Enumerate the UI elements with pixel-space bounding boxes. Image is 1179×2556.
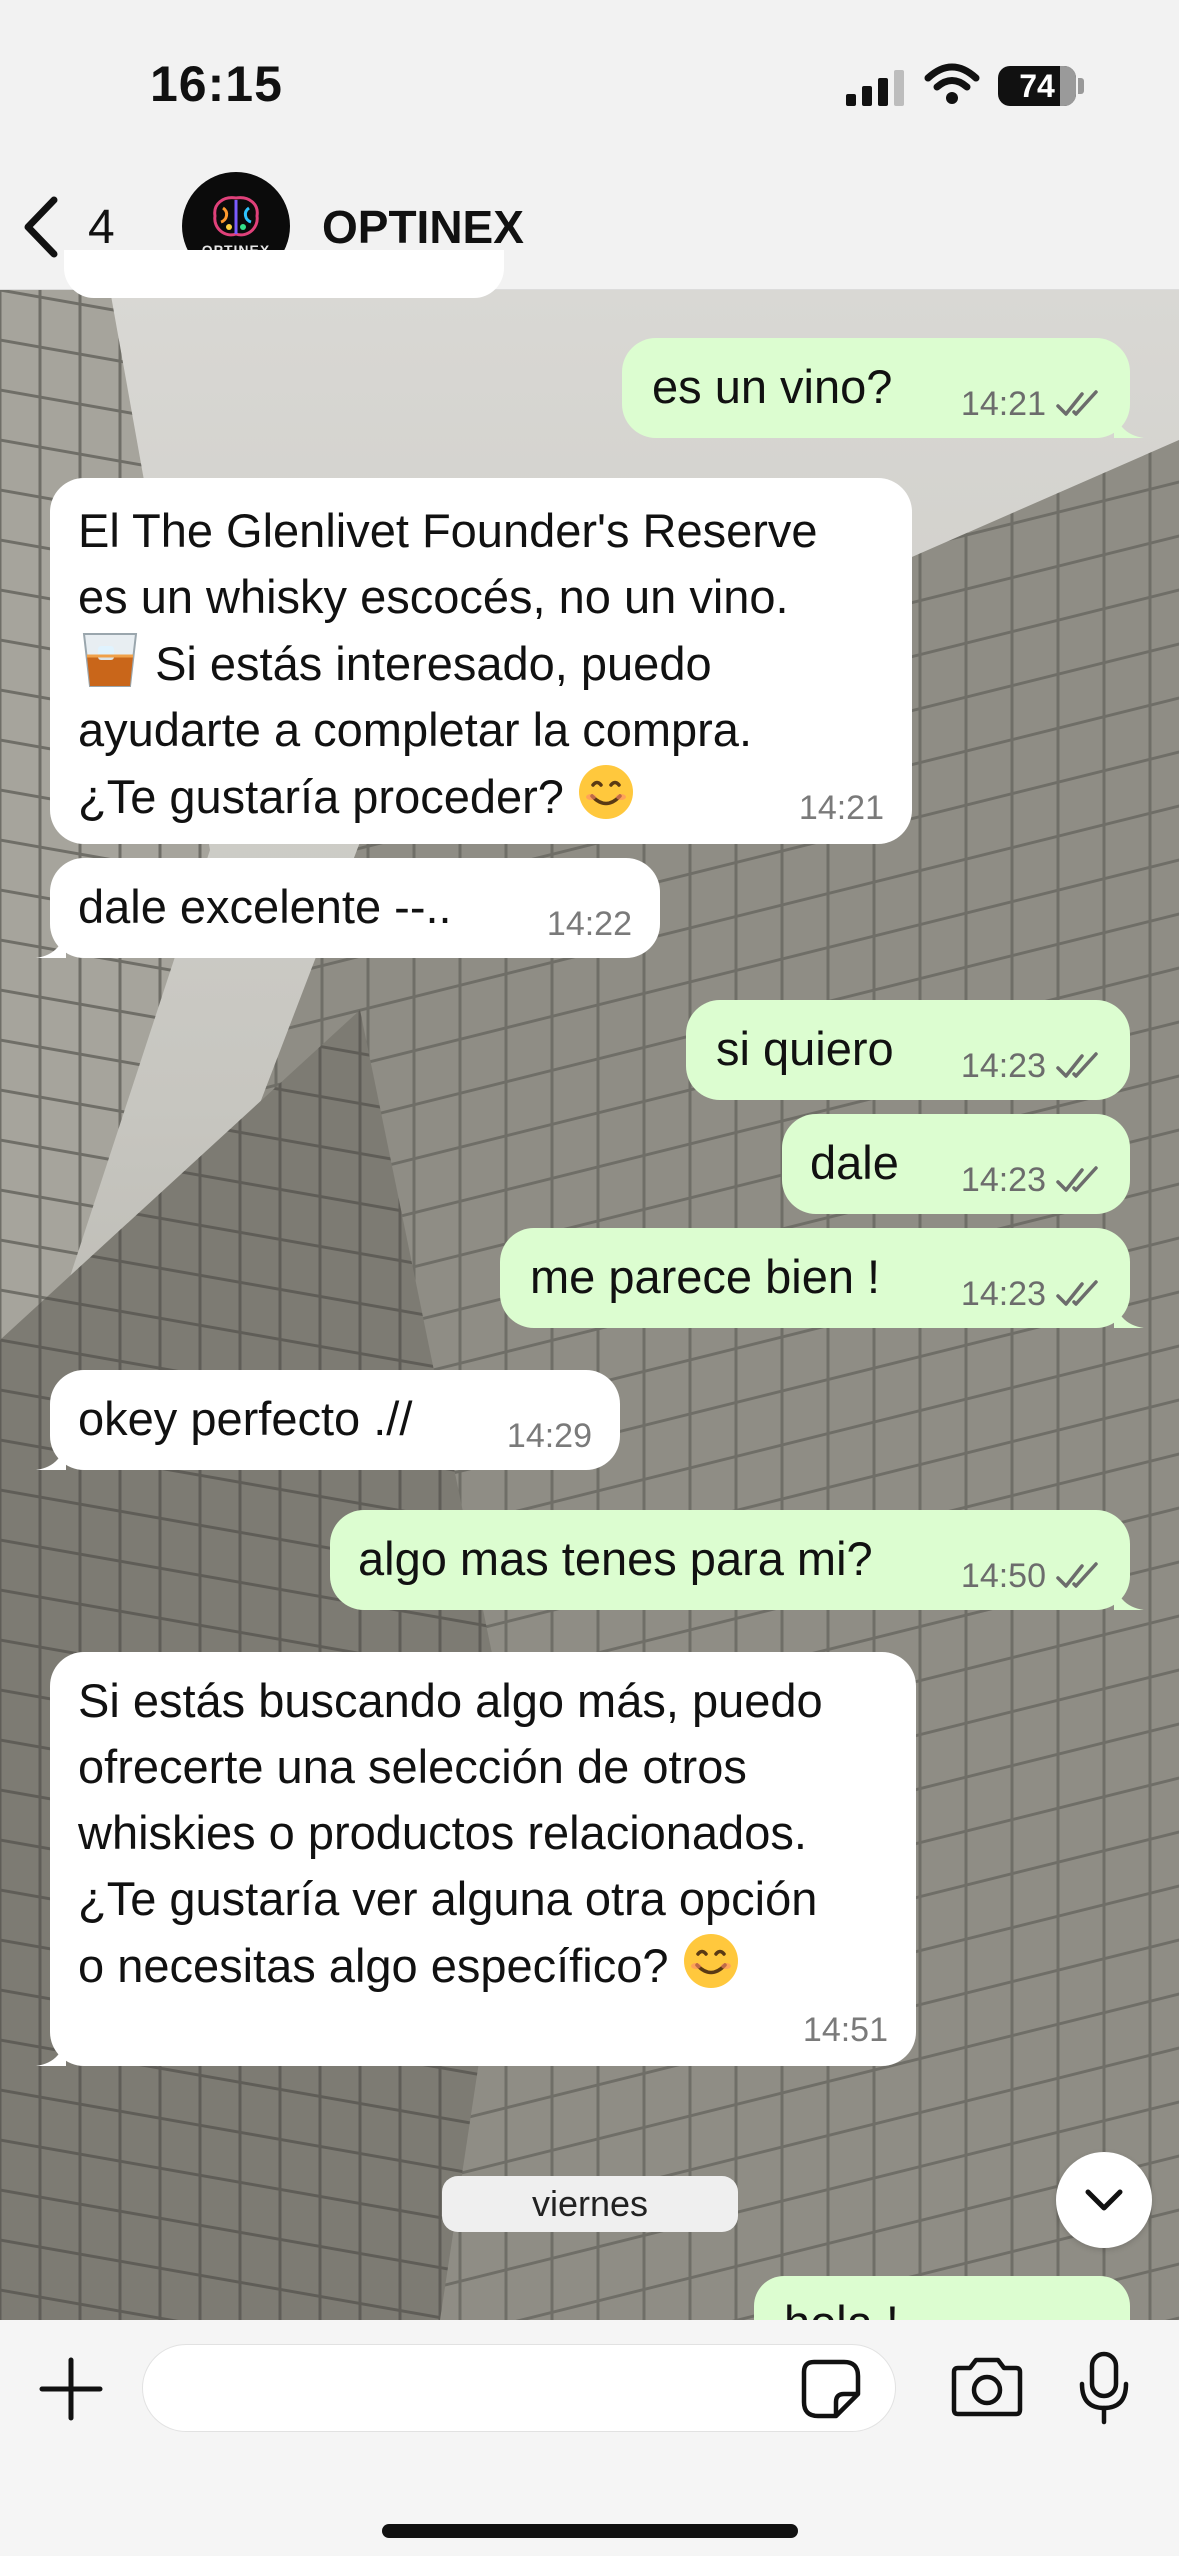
- message-bubble-outgoing[interactable]: si quiero 14:23: [686, 1000, 1130, 1100]
- camera-button[interactable]: [948, 2356, 1026, 2423]
- message-meta: 14:51: [803, 2010, 888, 2050]
- message-bubble-outgoing[interactable]: algo mas tenes para mi? 14:50: [330, 1510, 1144, 1610]
- message-time: 14:22: [546, 905, 632, 943]
- message-bubble-outgoing-partial[interactable]: hola !: [754, 2276, 1130, 2320]
- bubble-tail: [36, 2032, 66, 2066]
- message-text: es un vino?: [652, 360, 893, 413]
- message-meta: 14:23: [961, 1160, 1102, 1200]
- message-time: 14:23: [960, 1047, 1046, 1085]
- double-check-icon: [1056, 1052, 1098, 1078]
- day-separator: viernes: [442, 2176, 738, 2232]
- message-bubble-incoming[interactable]: dale excelente --.. 14:22: [36, 858, 660, 958]
- message-line-with-emoji: Si estás interesado, puedo: [78, 630, 818, 697]
- smile-emoji-icon: [579, 765, 633, 819]
- message-time: 14:21: [960, 385, 1046, 423]
- message-meta: 14:29: [507, 1416, 592, 1456]
- microphone-icon: [1079, 2351, 1129, 2425]
- message-bubble-outgoing[interactable]: es un vino? 14:21: [622, 338, 1144, 438]
- message-bubble-outgoing[interactable]: dale 14:23: [782, 1114, 1130, 1214]
- bubble-tail: [1114, 404, 1144, 438]
- message-line: El The Glenlivet Founder's Reserve: [78, 504, 818, 557]
- message-time: 14:23: [960, 1275, 1046, 1313]
- battery-cap: [1078, 78, 1084, 94]
- message-line: es un whisky escocés, no un vino.: [78, 570, 789, 623]
- message-text: dale: [810, 1136, 899, 1189]
- smile-emoji-icon: [683, 1934, 738, 1988]
- message-text: si quiero: [716, 1022, 894, 1075]
- message-text: dale excelente --..: [78, 880, 452, 933]
- double-check-icon: [1056, 390, 1098, 416]
- plus-icon: [39, 2357, 103, 2421]
- sticker-icon: [801, 2359, 861, 2419]
- bubble-tail: [1114, 1576, 1144, 1610]
- message-text: okey perfecto .//: [78, 1392, 413, 1445]
- chevron-down-icon: [1085, 2189, 1123, 2211]
- message-meta: 14:23: [961, 1274, 1102, 1314]
- contact-name[interactable]: OPTINEX: [322, 200, 524, 254]
- message-text: algo mas tenes para mi?: [358, 1532, 873, 1585]
- message-time: 14:50: [960, 1557, 1046, 1595]
- status-bar: 16:15 74: [0, 0, 1179, 160]
- home-indicator: [382, 2524, 798, 2538]
- message-meta: 14:21: [799, 788, 884, 828]
- bubble-tail: [36, 1436, 66, 1470]
- message-time: 14:21: [798, 789, 884, 827]
- message-line: ¿Te gustaría ver alguna otra opción: [78, 1872, 818, 1925]
- brain-logo-icon: [213, 196, 259, 237]
- cellular-signal-icon: [846, 70, 904, 106]
- attach-button[interactable]: [36, 2354, 106, 2424]
- message-bubble-outgoing[interactable]: me parece bien ! 14:23: [500, 1228, 1144, 1328]
- message-text: me parece bien !: [530, 1250, 881, 1303]
- double-check-icon: [1056, 1166, 1098, 1192]
- back-chevron-icon: [24, 196, 58, 258]
- message-input[interactable]: [142, 2344, 896, 2432]
- message-line: whiskies o productos relacionados.: [78, 1806, 807, 1859]
- double-check-icon: [1056, 1562, 1098, 1588]
- message-meta: 14:50: [961, 1556, 1102, 1596]
- message-line: ayudarte a completar la compra.: [78, 703, 752, 756]
- message-time: 14:51: [802, 2011, 888, 2049]
- message-bubble-incoming[interactable]: Si estás buscando algo más, puedo ofrece…: [36, 1652, 916, 2066]
- message-time: 14:23: [960, 1161, 1046, 1199]
- message-meta: 14:22: [547, 904, 632, 944]
- message-bubble-incoming[interactable]: okey perfecto .// 14:29: [36, 1370, 620, 1470]
- bubble-tail: [1114, 1294, 1144, 1328]
- battery-indicator: 74: [998, 66, 1076, 106]
- message-meta: 14:21: [961, 384, 1102, 424]
- camera-icon: [951, 2357, 1023, 2417]
- message-line-with-emoji: o necesitas algo específico?: [78, 1932, 823, 1999]
- message-meta: 14:23: [961, 1046, 1102, 1086]
- unread-count: 4: [88, 200, 115, 254]
- message-composer: [0, 2320, 1179, 2556]
- battery-level: 74: [1019, 67, 1055, 104]
- message-line: Si estás buscando algo más, puedo: [78, 1674, 823, 1727]
- scroll-to-bottom-button[interactable]: [1056, 2152, 1152, 2248]
- message-bubble-incoming[interactable]: El The Glenlivet Founder's Reserve es un…: [50, 478, 912, 844]
- bubble-tail: [36, 924, 66, 958]
- voice-message-button[interactable]: [1076, 2350, 1132, 2431]
- message-bubble-partial-top: [64, 250, 504, 298]
- wifi-icon: [924, 63, 980, 104]
- message-line-with-emoji: ¿Te gustaría proceder?: [78, 763, 818, 830]
- clock: 16:15: [150, 56, 283, 112]
- message-text: hola !: [784, 2290, 899, 2320]
- whisky-glass-emoji-icon: [82, 633, 138, 687]
- message-time: 14:29: [506, 1417, 592, 1455]
- double-check-icon: [1056, 1280, 1098, 1306]
- message-line: ofrecerte una selección de otros: [78, 1740, 747, 1793]
- sticker-button[interactable]: [800, 2358, 862, 2425]
